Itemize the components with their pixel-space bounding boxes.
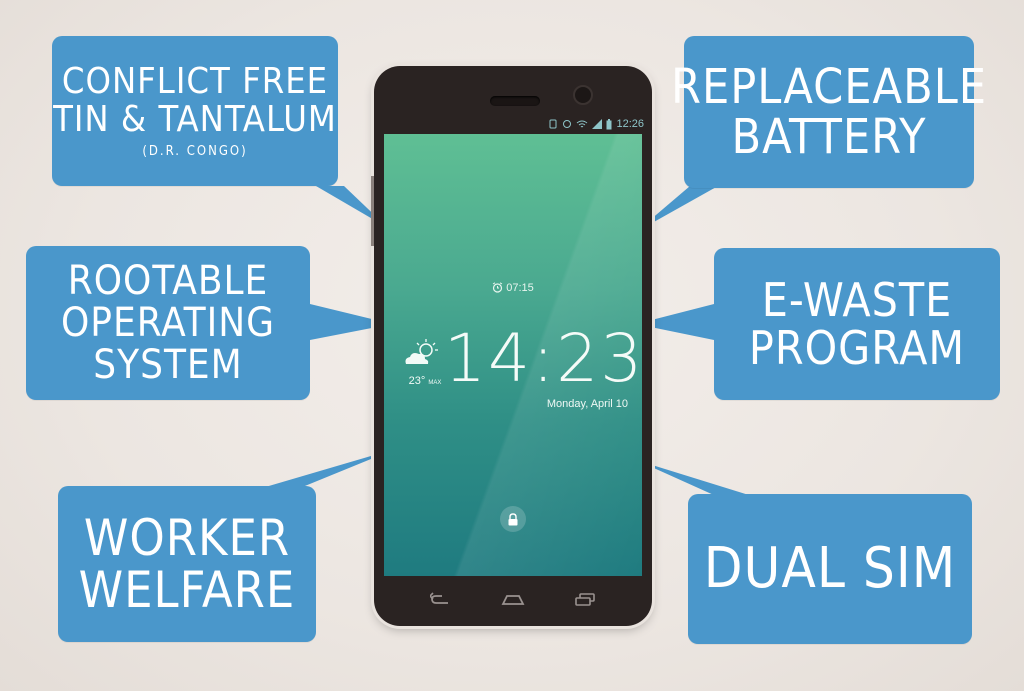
lock-date: Monday, April 10 <box>546 398 628 410</box>
lock-screen: 07:15 23° MAX 14:23 Monday, April 10 <box>384 134 642 576</box>
bubble-text: OPERATING <box>60 300 276 346</box>
recents-button[interactable] <box>570 589 600 609</box>
alarm-time: 07:15 <box>506 282 534 294</box>
bubble-text: WELFARE <box>78 561 296 619</box>
rotate-icon <box>549 119 557 129</box>
bubble-text: DUAL SIM <box>703 535 957 601</box>
tail-dualsim <box>636 460 752 496</box>
bubble-dual-sim: DUAL SIM <box>688 494 972 644</box>
partly-cloudy-icon <box>405 339 438 364</box>
bubble-replaceable-battery: REPLACEABLE BATTERY <box>671 36 986 188</box>
front-camera-icon <box>573 85 593 105</box>
bubble-text: WORKER <box>83 508 291 567</box>
bubble-text: BATTERY <box>731 109 927 165</box>
bubble-text: SYSTEM <box>93 342 243 388</box>
phone: 12:26 07:15 23° MAX 14:23 Monday, April … <box>371 66 652 626</box>
bubble-text: ROOTABLE <box>67 258 269 304</box>
status-time: 12:26 <box>616 118 644 130</box>
navigation-bar <box>384 584 642 614</box>
bubble-subtext: (D.R. CONGO) <box>142 143 248 159</box>
bubble-text: CONFLICT FREE <box>61 61 329 103</box>
status-bar: 12:26 <box>384 116 644 132</box>
home-button[interactable] <box>498 589 528 609</box>
lock-clock: 14:23 <box>444 320 642 397</box>
weather-temp: 23° <box>408 375 426 387</box>
signal-icon <box>592 119 603 129</box>
weather-widget: 23° MAX <box>402 338 448 387</box>
earpiece <box>490 96 540 106</box>
bubble-text: E-WASTE <box>761 272 953 327</box>
next-alarm: 07:15 <box>384 282 642 294</box>
bubble-worker-welfare: WORKER WELFARE <box>58 486 316 642</box>
alarm-clock-icon <box>492 282 503 293</box>
bubble-ewaste-program: E-WASTE PROGRAM <box>714 248 1000 400</box>
bubble-text: REPLACEABLE <box>670 58 988 115</box>
back-icon <box>430 592 448 604</box>
wifi-icon <box>577 120 588 128</box>
bubble-text: PROGRAM <box>748 321 966 375</box>
home-icon <box>501 595 525 605</box>
bubble-conflict-free: CONFLICT FREE TIN & TANTALUM (D.R. CONGO… <box>52 36 338 186</box>
side-button <box>371 176 374 246</box>
weather-temp-row: 23° MAX <box>402 375 448 387</box>
unlock-button[interactable] <box>500 506 526 532</box>
battery-icon <box>606 118 612 129</box>
weather-max-label: MAX <box>428 380 442 386</box>
bubble-rootable-os: ROOTABLE OPERATING SYSTEM <box>26 246 310 400</box>
back-button[interactable] <box>426 589 456 609</box>
lock-icon <box>508 512 518 525</box>
recents-icon <box>575 593 595 606</box>
bubble-text: TIN & TANTALUM <box>53 99 337 141</box>
alarm-status-icon <box>563 120 572 128</box>
